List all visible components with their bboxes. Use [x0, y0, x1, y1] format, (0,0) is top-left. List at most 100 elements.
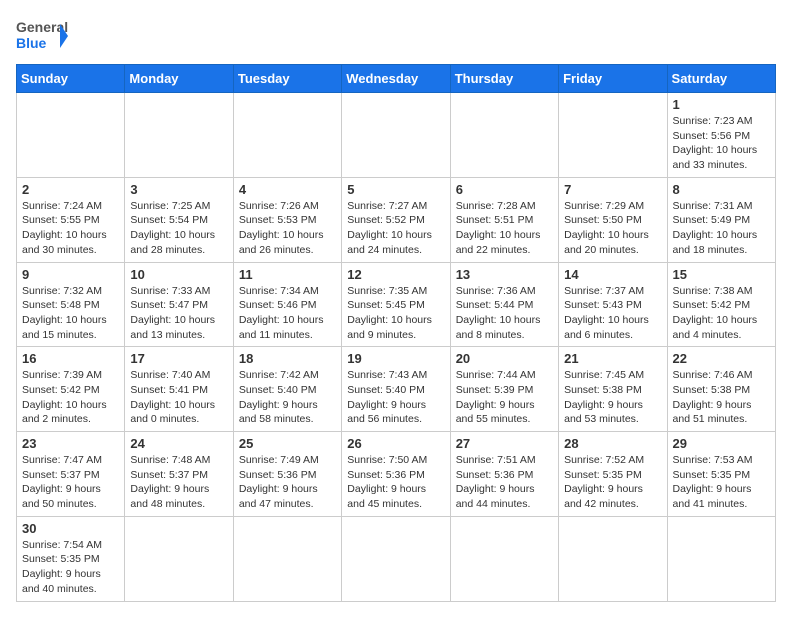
calendar-header-row: SundayMondayTuesdayWednesdayThursdayFrid…: [17, 65, 776, 93]
calendar-cell: [667, 516, 775, 601]
day-info: Sunrise: 7:51 AM Sunset: 5:36 PM Dayligh…: [456, 453, 553, 512]
day-number: 15: [673, 267, 770, 282]
calendar-cell: 20 Sunrise: 7:44 AM Sunset: 5:39 PM Dayli…: [450, 347, 558, 432]
calendar-cell: 10Sunrise: 7:33 AM Sunset: 5:47 PM Dayli…: [125, 262, 233, 347]
calendar-cell: 19 Sunrise: 7:43 AM Sunset: 5:40 PM Dayli…: [342, 347, 450, 432]
calendar-cell: 24Sunrise: 7:48 AM Sunset: 5:37 PM Dayli…: [125, 432, 233, 517]
svg-text:Blue: Blue: [16, 35, 47, 51]
day-info: Sunrise: 7:27 AM Sunset: 5:52 PM Dayligh…: [347, 199, 444, 258]
calendar-cell: 15Sunrise: 7:38 AM Sunset: 5:42 PM Dayli…: [667, 262, 775, 347]
day-number: 20: [456, 351, 553, 366]
day-number: 8: [673, 182, 770, 197]
day-info: Sunrise: 7:39 AM Sunset: 5:42 PM Dayligh…: [22, 368, 119, 427]
calendar-cell: 7 Sunrise: 7:29 AM Sunset: 5:50 PM Daylig…: [559, 177, 667, 262]
day-info: Sunrise: 7:46 AM Sunset: 5:38 PM Dayligh…: [673, 368, 770, 427]
calendar-cell: 12Sunrise: 7:35 AM Sunset: 5:45 PM Dayli…: [342, 262, 450, 347]
calendar-cell: 9 Sunrise: 7:32 AM Sunset: 5:48 PM Daylig…: [17, 262, 125, 347]
day-info: Sunrise: 7:45 AM Sunset: 5:38 PM Dayligh…: [564, 368, 661, 427]
calendar-cell: [125, 516, 233, 601]
day-number: 28: [564, 436, 661, 451]
calendar-week-row: 23 Sunrise: 7:47 AM Sunset: 5:37 PM Dayli…: [17, 432, 776, 517]
day-number: 13: [456, 267, 553, 282]
weekday-header: Thursday: [450, 65, 558, 93]
day-info: Sunrise: 7:50 AM Sunset: 5:36 PM Dayligh…: [347, 453, 444, 512]
weekday-header: Tuesday: [233, 65, 341, 93]
day-number: 26: [347, 436, 444, 451]
calendar-cell: [233, 516, 341, 601]
day-info: Sunrise: 7:32 AM Sunset: 5:48 PM Dayligh…: [22, 284, 119, 343]
day-info: Sunrise: 7:31 AM Sunset: 5:49 PM Dayligh…: [673, 199, 770, 258]
day-info: Sunrise: 7:40 AM Sunset: 5:41 PM Dayligh…: [130, 368, 227, 427]
day-info: Sunrise: 7:26 AM Sunset: 5:53 PM Dayligh…: [239, 199, 336, 258]
day-number: 16: [22, 351, 119, 366]
day-info: Sunrise: 7:28 AM Sunset: 5:51 PM Dayligh…: [456, 199, 553, 258]
header: GeneralBlue: [16, 16, 776, 56]
day-number: 22: [673, 351, 770, 366]
calendar-cell: [233, 93, 341, 178]
calendar-cell: 5 Sunrise: 7:27 AM Sunset: 5:52 PM Daylig…: [342, 177, 450, 262]
day-info: Sunrise: 7:23 AM Sunset: 5:56 PM Dayligh…: [673, 114, 770, 173]
day-info: Sunrise: 7:25 AM Sunset: 5:54 PM Dayligh…: [130, 199, 227, 258]
calendar-cell: [17, 93, 125, 178]
calendar-cell: 4Sunrise: 7:26 AM Sunset: 5:53 PM Daylig…: [233, 177, 341, 262]
day-number: 9: [22, 267, 119, 282]
day-number: 27: [456, 436, 553, 451]
day-number: 21: [564, 351, 661, 366]
calendar-cell: 26 Sunrise: 7:50 AM Sunset: 5:36 PM Dayli…: [342, 432, 450, 517]
day-number: 29: [673, 436, 770, 451]
calendar-week-row: 30 Sunrise: 7:54 AM Sunset: 5:35 PM Dayli…: [17, 516, 776, 601]
day-number: 10: [130, 267, 227, 282]
day-number: 1: [673, 97, 770, 112]
logo: GeneralBlue: [16, 16, 68, 56]
calendar-week-row: 2 Sunrise: 7:24 AM Sunset: 5:55 PM Daylig…: [17, 177, 776, 262]
day-number: 5: [347, 182, 444, 197]
day-number: 6: [456, 182, 553, 197]
day-number: 17: [130, 351, 227, 366]
calendar-cell: 23 Sunrise: 7:47 AM Sunset: 5:37 PM Dayli…: [17, 432, 125, 517]
calendar-cell: [559, 516, 667, 601]
day-number: 7: [564, 182, 661, 197]
day-info: Sunrise: 7:29 AM Sunset: 5:50 PM Dayligh…: [564, 199, 661, 258]
calendar-cell: 27 Sunrise: 7:51 AM Sunset: 5:36 PM Dayli…: [450, 432, 558, 517]
calendar-cell: 18Sunrise: 7:42 AM Sunset: 5:40 PM Dayli…: [233, 347, 341, 432]
weekday-header: Sunday: [17, 65, 125, 93]
day-info: Sunrise: 7:52 AM Sunset: 5:35 PM Dayligh…: [564, 453, 661, 512]
calendar-cell: 30 Sunrise: 7:54 AM Sunset: 5:35 PM Dayli…: [17, 516, 125, 601]
logo-svg: GeneralBlue: [16, 16, 68, 56]
calendar-cell: 3 Sunrise: 7:25 AM Sunset: 5:54 PM Daylig…: [125, 177, 233, 262]
weekday-header: Saturday: [667, 65, 775, 93]
day-info: Sunrise: 7:53 AM Sunset: 5:35 PM Dayligh…: [673, 453, 770, 512]
day-info: Sunrise: 7:43 AM Sunset: 5:40 PM Dayligh…: [347, 368, 444, 427]
calendar-cell: [559, 93, 667, 178]
calendar-cell: [342, 93, 450, 178]
day-info: Sunrise: 7:37 AM Sunset: 5:43 PM Dayligh…: [564, 284, 661, 343]
day-number: 23: [22, 436, 119, 451]
calendar-cell: 28 Sunrise: 7:52 AM Sunset: 5:35 PM Dayli…: [559, 432, 667, 517]
day-info: Sunrise: 7:49 AM Sunset: 5:36 PM Dayligh…: [239, 453, 336, 512]
calendar-cell: 14 Sunrise: 7:37 AM Sunset: 5:43 PM Dayli…: [559, 262, 667, 347]
calendar-cell: 8 Sunrise: 7:31 AM Sunset: 5:49 PM Daylig…: [667, 177, 775, 262]
calendar-week-row: 1 Sunrise: 7:23 AM Sunset: 5:56 PM Daylig…: [17, 93, 776, 178]
weekday-header: Wednesday: [342, 65, 450, 93]
day-number: 24: [130, 436, 227, 451]
weekday-header: Friday: [559, 65, 667, 93]
calendar-cell: 21 Sunrise: 7:45 AM Sunset: 5:38 PM Dayli…: [559, 347, 667, 432]
day-number: 3: [130, 182, 227, 197]
day-info: Sunrise: 7:44 AM Sunset: 5:39 PM Dayligh…: [456, 368, 553, 427]
calendar-cell: [342, 516, 450, 601]
day-info: Sunrise: 7:24 AM Sunset: 5:55 PM Dayligh…: [22, 199, 119, 258]
calendar-week-row: 16 Sunrise: 7:39 AM Sunset: 5:42 PM Dayli…: [17, 347, 776, 432]
day-info: Sunrise: 7:42 AM Sunset: 5:40 PM Dayligh…: [239, 368, 336, 427]
day-number: 19: [347, 351, 444, 366]
day-number: 12: [347, 267, 444, 282]
calendar-cell: 11Sunrise: 7:34 AM Sunset: 5:46 PM Dayli…: [233, 262, 341, 347]
calendar-cell: 29 Sunrise: 7:53 AM Sunset: 5:35 PM Dayli…: [667, 432, 775, 517]
calendar-cell: 22 Sunrise: 7:46 AM Sunset: 5:38 PM Dayli…: [667, 347, 775, 432]
day-info: Sunrise: 7:47 AM Sunset: 5:37 PM Dayligh…: [22, 453, 119, 512]
day-number: 2: [22, 182, 119, 197]
day-number: 30: [22, 521, 119, 536]
day-number: 14: [564, 267, 661, 282]
calendar-cell: 25Sunrise: 7:49 AM Sunset: 5:36 PM Dayli…: [233, 432, 341, 517]
day-info: Sunrise: 7:54 AM Sunset: 5:35 PM Dayligh…: [22, 538, 119, 597]
calendar-cell: 2 Sunrise: 7:24 AM Sunset: 5:55 PM Daylig…: [17, 177, 125, 262]
